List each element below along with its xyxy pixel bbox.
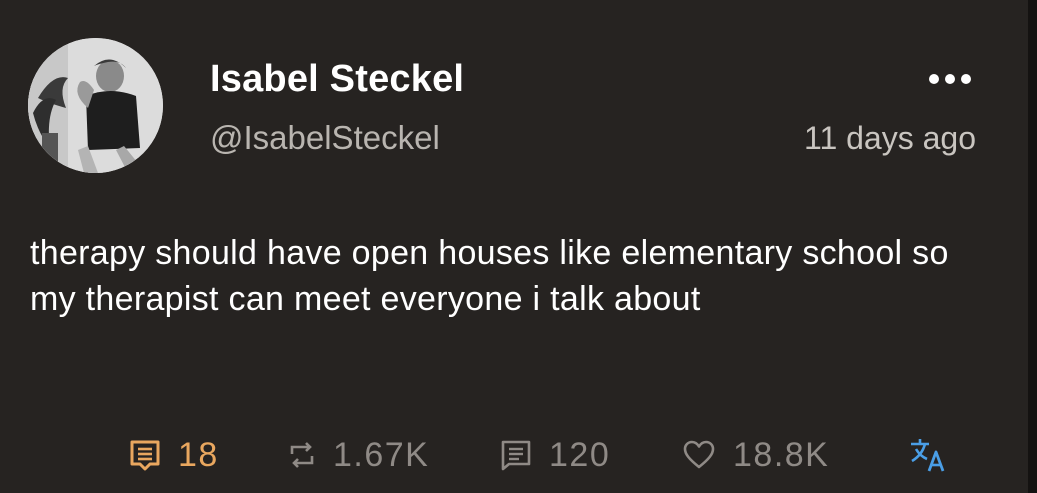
- author-handle[interactable]: @IsabelSteckel: [210, 117, 440, 159]
- post-timestamp: 11 days ago: [804, 120, 976, 156]
- action-bar: 18 1.67K 120 18.8K: [0, 430, 1028, 480]
- more-options-icon: [929, 74, 971, 84]
- repost-count: 1.67K: [333, 436, 430, 474]
- author-name[interactable]: Isabel Steckel: [210, 56, 464, 102]
- more-options-button[interactable]: [925, 64, 975, 94]
- comments-count: 18: [178, 436, 219, 474]
- avatar-photo: [28, 38, 163, 173]
- quote-count: 120: [549, 436, 611, 474]
- comment-icon: [130, 440, 160, 471]
- post-card: Isabel Steckel @IsabelSteckel 11 days ag…: [0, 0, 1028, 493]
- translate-button[interactable]: [908, 430, 948, 480]
- repost-button[interactable]: 1.67K: [287, 430, 429, 480]
- heart-icon: [683, 440, 715, 469]
- like-button[interactable]: 18.8K: [681, 430, 829, 480]
- quote-icon: [501, 440, 531, 471]
- repost-icon: [290, 442, 314, 468]
- quote-button[interactable]: 120: [499, 430, 610, 480]
- like-count: 18.8K: [733, 436, 830, 474]
- translate-icon: [911, 439, 945, 472]
- avatar[interactable]: [28, 38, 163, 173]
- comments-button[interactable]: 18: [128, 430, 219, 480]
- window-edge: [1028, 0, 1037, 493]
- post-text: therapy should have open houses like ele…: [30, 234, 949, 318]
